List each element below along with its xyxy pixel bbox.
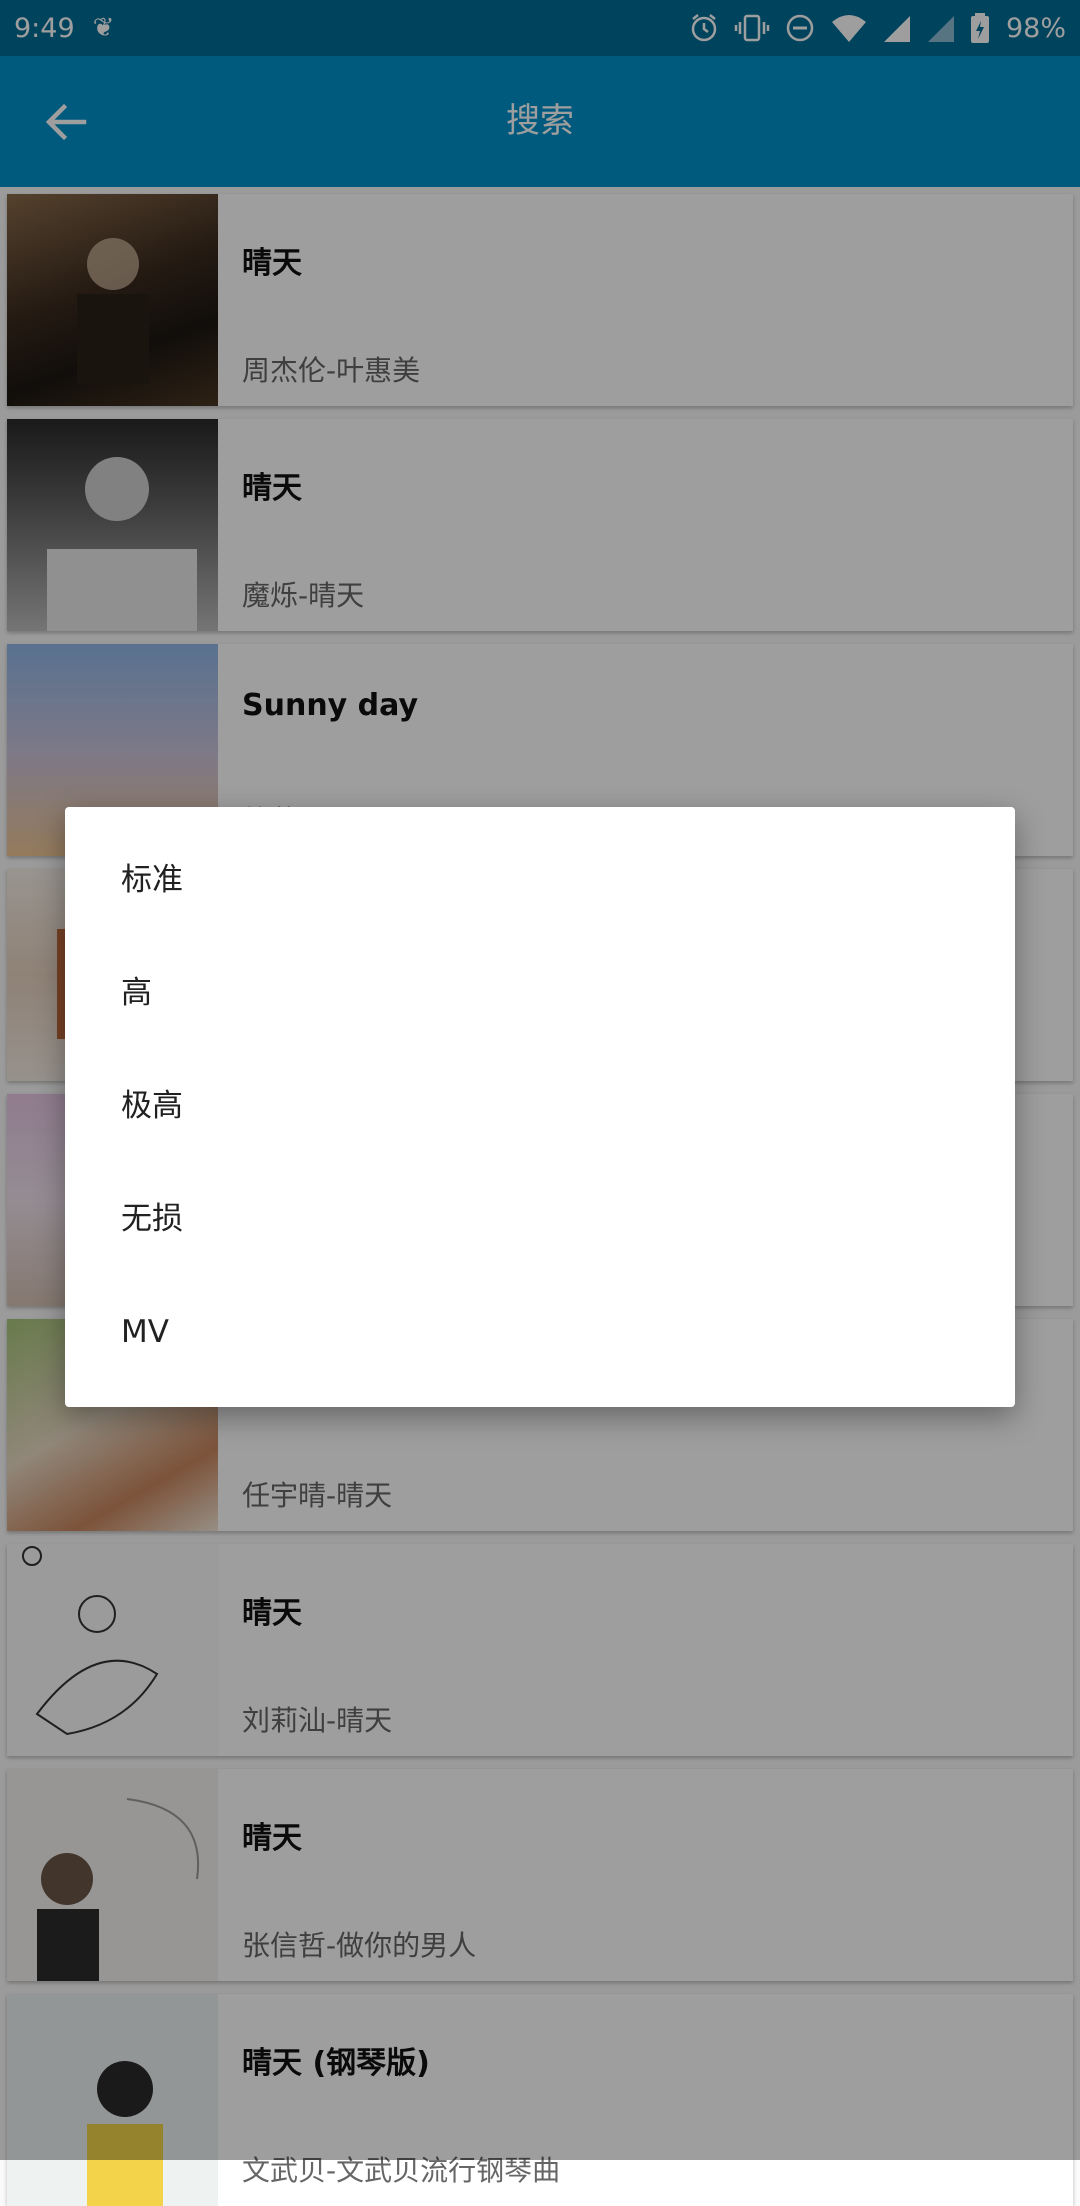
option-mv[interactable]: MV bbox=[65, 1276, 1015, 1389]
option-lossless[interactable]: 无损 bbox=[65, 1163, 1015, 1276]
quality-dialog: 标准 高 极高 无损 MV bbox=[65, 807, 1015, 1407]
option-standard[interactable]: 标准 bbox=[65, 824, 1015, 937]
option-high[interactable]: 高 bbox=[65, 937, 1015, 1050]
option-very-high[interactable]: 极高 bbox=[65, 1050, 1015, 1163]
